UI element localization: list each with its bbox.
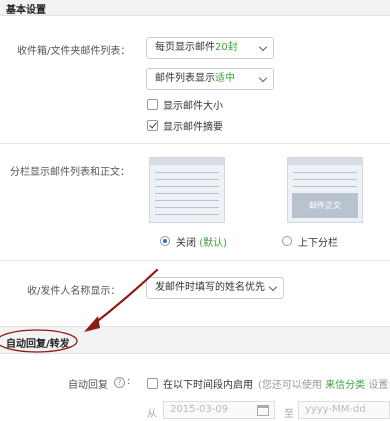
list-density-value: 适中 [215,73,235,84]
basic-settings-header: 基本设置 [0,0,390,16]
from-label: 从 [147,409,157,420]
auto-reply-label: 自动回复 [68,380,108,391]
mail-list-label: 收件箱/文件夹邮件列表： [17,46,131,57]
calendar-icon[interactable] [257,405,269,416]
per-page-value: 20封 [215,42,238,53]
sender-name-select[interactable]: 发邮件时填写的姓名优先 [146,277,284,299]
preview-off-thumbnail[interactable] [149,157,225,223]
split-off-radio[interactable] [160,236,170,246]
auto-reply-title: 自动回复/转发 [6,339,70,350]
divider [0,260,390,261]
colon: : [127,376,131,387]
chevron-down-icon [258,42,268,52]
split-top-bottom-label: 上下分栏 [298,238,338,249]
mail-filter-link[interactable]: 来信分类 [325,380,365,391]
default-note: (默认) [199,238,227,249]
show-summary-label: 显示邮件摘要 [163,122,223,133]
to-date-input[interactable]: yyyy-MM-dd [298,401,390,419]
list-density-select[interactable]: 邮件列表显示适中 [146,68,274,90]
show-size-checkbox[interactable] [147,99,158,110]
basic-settings-title: 基本设置 [6,5,46,16]
split-top-bottom-radio[interactable] [282,236,292,246]
show-summary-checkbox[interactable] [147,120,158,131]
chevron-down-icon [258,73,268,83]
to-label: 至 [284,409,294,420]
sender-name-value: 发邮件时填写的姓名优先 [155,282,265,293]
preview-split-thumbnail[interactable]: 邮件正文 [287,157,363,223]
preview-pane-label: 邮件正文 [292,193,358,218]
auto-reply-header: 自动回复/转发 [0,326,390,354]
show-size-label: 显示邮件大小 [163,101,223,112]
list-density-prefix: 邮件列表显示 [155,73,215,84]
split-view-label: 分栏显示邮件列表和正文： [10,167,130,178]
chevron-down-icon [268,282,278,292]
help-icon[interactable]: ? [114,377,125,388]
sender-name-label: 收/发件人名称显示： [27,286,121,297]
enable-schedule-label: 在以下时间段内启用 [163,380,253,391]
enable-schedule-checkbox[interactable] [147,378,158,389]
per-page-prefix: 每页显示邮件 [155,42,215,53]
auto-reply-hint: (您还可以使用 来信分类 设置自 [258,380,390,391]
per-page-select[interactable]: 每页显示邮件20封 [146,37,274,59]
split-off-label: 关闭 (默认) [176,238,227,249]
divider [0,143,390,144]
